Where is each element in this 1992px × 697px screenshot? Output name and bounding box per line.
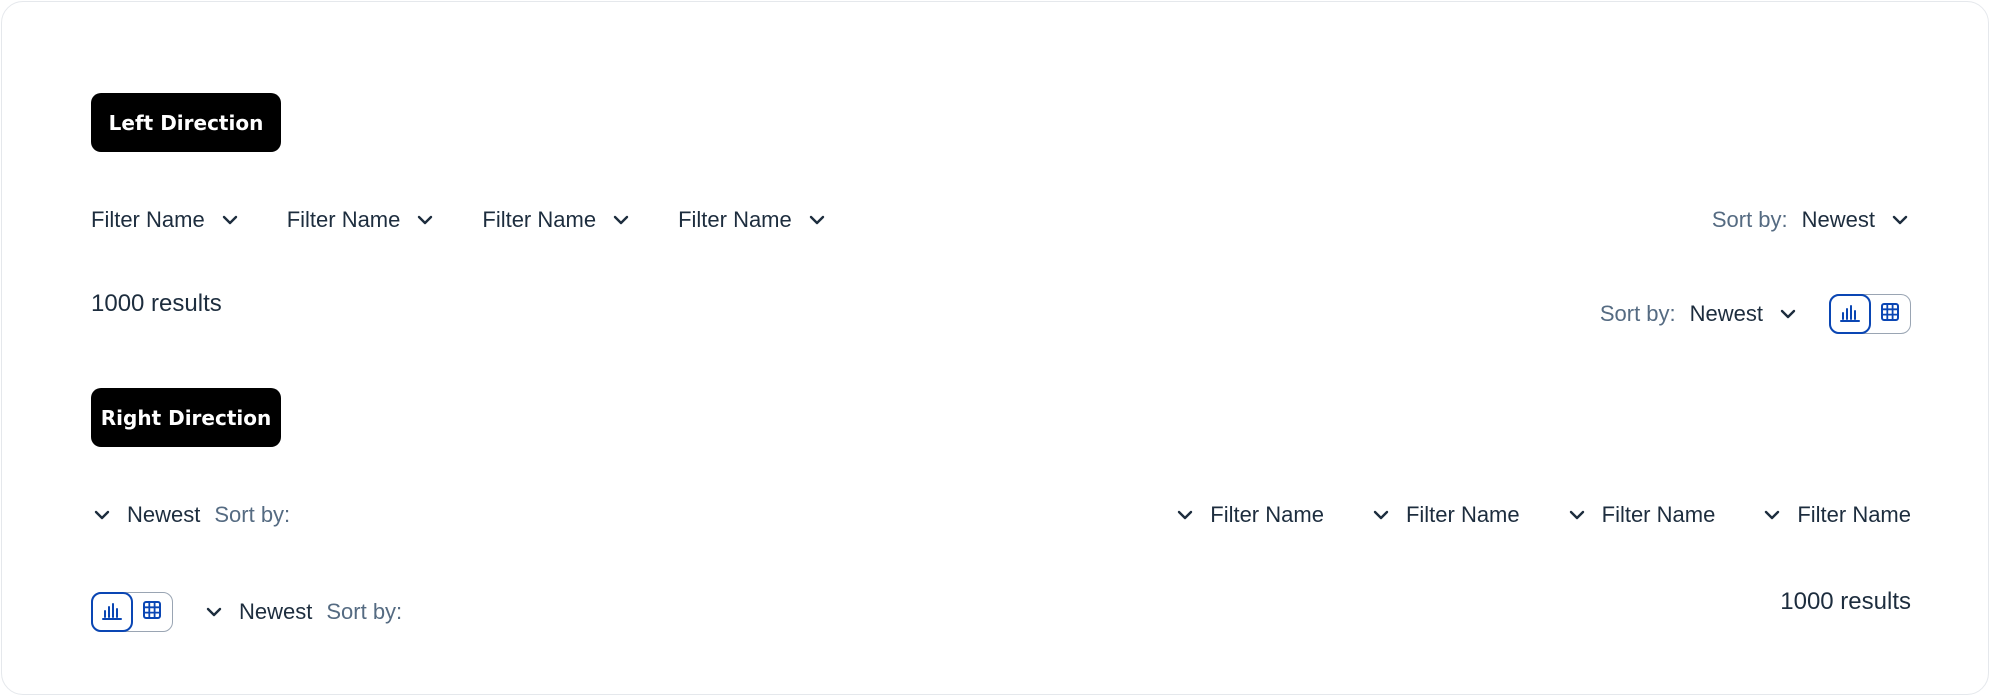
filter-label: Filter Name <box>286 207 401 232</box>
sort-label: Sort by: <box>214 502 291 527</box>
sort-dropdown[interactable]: Newest Sort by: <box>91 502 290 528</box>
filter-dropdown-2[interactable]: Filter Name <box>1370 502 1520 528</box>
chevron-down-icon <box>1761 504 1783 526</box>
bar-chart-icon <box>1839 301 1861 328</box>
sort-dropdown[interactable]: Sort by: Newest <box>1712 207 1911 233</box>
filter-dropdown-3[interactable]: Filter Name <box>1566 502 1716 528</box>
chevron-down-icon <box>414 209 436 231</box>
table-view-button[interactable] <box>1870 294 1910 334</box>
right-results-bar: Newest Sort by: 1000 results <box>91 588 1911 632</box>
chevron-down-icon <box>91 504 113 526</box>
right-direction-tag: Right Direction <box>91 388 281 447</box>
results-count: 1000 results <box>1780 588 1911 615</box>
sort-dropdown[interactable]: Newest Sort by: <box>203 599 402 625</box>
view-toggle <box>1829 294 1911 334</box>
chevron-down-icon <box>1370 504 1392 526</box>
results-controls: Sort by: Newest <box>1600 294 1911 334</box>
chevron-down-icon <box>1566 504 1588 526</box>
sort-label: Sort by: <box>326 599 403 624</box>
filter-label: Filter Name <box>91 207 205 232</box>
filter-dropdown-1[interactable]: Filter Name <box>1174 502 1324 528</box>
left-filter-bar: Filter Name Filter Name Filter Name Filt… <box>91 205 1911 235</box>
chevron-down-icon <box>1889 209 1911 231</box>
right-direction-tag-label: Right Direction <box>100 405 272 430</box>
grid-table-icon <box>1879 301 1901 328</box>
filter-group: Filter Name Filter Name Filter Name Filt… <box>91 207 874 233</box>
filter-dropdown-3[interactable]: Filter Name <box>482 207 632 233</box>
chevron-down-icon <box>610 209 632 231</box>
chart-view-button[interactable] <box>91 592 133 632</box>
left-direction-tag: Left Direction <box>91 93 281 152</box>
filter-dropdown-4[interactable]: Filter Name <box>1761 502 1911 528</box>
filter-label: Filter Name <box>482 207 597 232</box>
bar-chart-icon <box>101 599 123 626</box>
right-filter-bar: Newest Sort by: Filter Name Filter Name … <box>91 500 1911 530</box>
chart-view-button[interactable] <box>1829 294 1871 334</box>
sort-label: Sort by: <box>1599 301 1676 326</box>
filter-label: Filter Name <box>1210 502 1324 527</box>
chevron-down-icon <box>1174 504 1196 526</box>
filter-label: Filter Name <box>1601 502 1716 527</box>
sort-value: Newest <box>1801 207 1875 232</box>
grid-table-icon <box>141 599 163 626</box>
sort-value: Newest <box>127 502 201 527</box>
chevron-down-icon <box>219 209 241 231</box>
left-results-bar: 1000 results Sort by: Newest <box>91 290 1911 334</box>
sort-value: Newest <box>1689 301 1763 326</box>
results-controls: Newest Sort by: <box>91 592 402 632</box>
sort-label: Sort by: <box>1711 207 1788 232</box>
filter-dropdown-2[interactable]: Filter Name <box>287 207 437 233</box>
sort-dropdown[interactable]: Sort by: Newest <box>1600 301 1799 327</box>
filter-dropdown-4[interactable]: Filter Name <box>678 207 828 233</box>
filter-dropdown-1[interactable]: Filter Name <box>91 207 241 233</box>
filter-label: Filter Name <box>1405 502 1520 527</box>
view-toggle <box>91 592 173 632</box>
chevron-down-icon <box>203 601 225 623</box>
table-view-button[interactable] <box>132 592 172 632</box>
chevron-down-icon <box>806 209 828 231</box>
chevron-down-icon <box>1777 303 1799 325</box>
filter-label: Filter Name <box>1797 502 1911 527</box>
sort-value: Newest <box>239 599 313 624</box>
results-count: 1000 results <box>91 290 222 317</box>
filter-group: Filter Name Filter Name Filter Name Filt… <box>1128 502 1911 528</box>
component-frame: Left Direction Filter Name Filter Name F… <box>1 1 1989 695</box>
filter-label: Filter Name <box>678 207 792 232</box>
left-direction-tag-label: Left Direction <box>108 110 264 135</box>
